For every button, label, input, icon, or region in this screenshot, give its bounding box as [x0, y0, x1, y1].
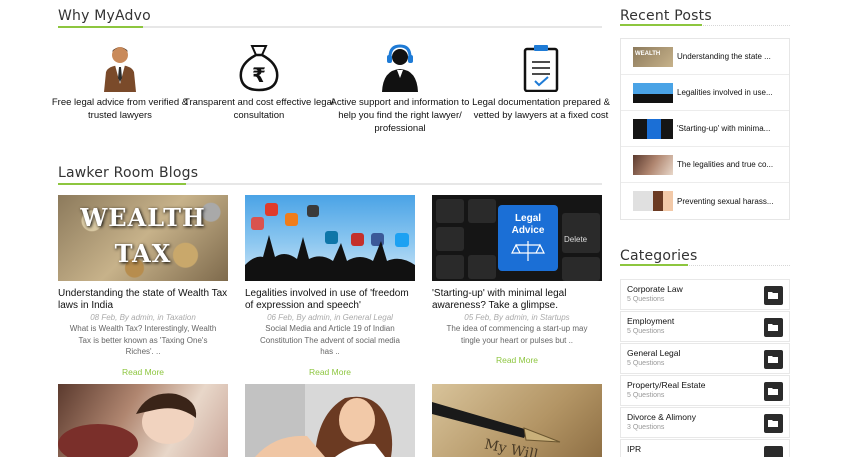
rupee-moneybag-icon: ₹	[232, 42, 286, 92]
recent-post-item[interactable]: WEALTH Understanding the state ...	[621, 39, 789, 75]
blog-meta: 05 Feb, By admin, in Startups	[464, 313, 570, 322]
blog-thumbnail-fountain-pen[interactable]: My Will	[432, 384, 602, 457]
svg-text:₹: ₹	[252, 63, 266, 87]
support-agent-icon	[373, 42, 427, 92]
categories-title: Categories	[620, 248, 698, 264]
recent-post-thumb	[633, 191, 673, 211]
blog-card: Legal Advice Delete 'Starting-up' with m…	[432, 195, 602, 365]
blog-title-link[interactable]: 'Starting-up' with minimal legal awarene…	[432, 288, 602, 311]
folder-open-icon[interactable]	[764, 382, 783, 401]
recent-post-thumb	[633, 82, 673, 103]
blog-thumbnail-social-media[interactable]	[245, 195, 415, 281]
feature-legal-documentation: Legal documentation prepared & vetted by…	[466, 42, 616, 122]
read-more-link[interactable]: Read More	[245, 367, 415, 377]
recent-post-title[interactable]: Legalities involved in use...	[677, 88, 773, 97]
blog-excerpt: What is Wealth Tax? Interestingly, Wealt…	[69, 324, 217, 356]
folder-open-icon[interactable]	[764, 446, 783, 457]
feature-text: Free legal advice from verified & truste…	[51, 97, 189, 121]
recent-post-item[interactable]: Preventing sexual harass...	[621, 183, 789, 219]
category-employment[interactable]: Employment 5 Questions	[620, 311, 790, 342]
blog-excerpt: The idea of commencing a start-up may ti…	[446, 324, 588, 345]
category-property-real-estate[interactable]: Property/Real Estate 5 Questions	[620, 375, 790, 406]
feature-free-advice: Free legal advice from verified & truste…	[45, 42, 195, 122]
why-myadvo-title: Why MyAdvo	[58, 8, 151, 24]
feature-text: Active support and information to help y…	[330, 97, 470, 134]
feature-text: Legal documentation prepared & vetted by…	[472, 97, 610, 121]
recent-post-title[interactable]: 'Starting-up' with minima...	[677, 124, 770, 133]
blog-thumbnail-child[interactable]	[58, 384, 228, 457]
blog-excerpt: Social Media and Article 19 of Indian Co…	[260, 324, 400, 356]
lawyer-icon	[93, 42, 147, 92]
blog-title-link[interactable]: Legalities involved in use of 'freedom o…	[245, 288, 415, 311]
read-more-link[interactable]: Read More	[432, 355, 602, 365]
recent-post-thumb: WEALTH	[633, 46, 673, 67]
feature-text: Transparent and cost effective legal con…	[184, 97, 334, 121]
read-more-link[interactable]: Read More	[58, 367, 228, 377]
category-general-legal[interactable]: General Legal 5 Questions	[620, 343, 790, 374]
category-ipr[interactable]: IPR	[620, 439, 790, 457]
feature-active-support: Active support and information to help y…	[325, 42, 475, 135]
blog-thumbnail-office-woman[interactable]	[245, 384, 415, 457]
recent-posts-list: WEALTH Understanding the state ... Legal…	[620, 38, 790, 220]
blogs-title-rule	[58, 183, 602, 185]
blog-title-link[interactable]: Understanding the state of Wealth Tax la…	[58, 288, 228, 311]
blog-card: WEALTH TAX Understanding the state of We…	[58, 195, 228, 377]
blogs-title: Lawker Room Blogs	[58, 165, 199, 181]
recent-post-item[interactable]: 'Starting-up' with minima...	[621, 111, 789, 147]
thumb-delete-text: Delete	[564, 235, 588, 244]
recent-post-thumb	[633, 118, 673, 139]
folder-open-icon[interactable]	[764, 414, 783, 433]
category-corporate-law[interactable]: Corporate Law 5 Questions	[620, 279, 790, 310]
blog-thumbnail-wealth-tax[interactable]: WEALTH TAX	[58, 195, 228, 281]
folder-open-icon[interactable]	[764, 318, 783, 337]
folder-open-icon[interactable]	[764, 286, 783, 305]
folder-open-icon[interactable]	[764, 350, 783, 369]
clipboard-document-icon	[514, 42, 568, 92]
thumb-legal-advice-text: Legal Advice	[511, 213, 545, 236]
thumb-tax-text: TAX	[114, 239, 172, 268]
recent-post-title[interactable]: The legalities and true co...	[677, 160, 773, 169]
recent-posts-title: Recent Posts	[620, 8, 712, 24]
recent-post-item[interactable]: The legalities and true co...	[621, 147, 789, 183]
recent-post-title[interactable]: Preventing sexual harass...	[677, 197, 774, 206]
why-title-rule	[58, 26, 602, 28]
blog-meta: 06 Feb, By admin, in General Legal	[267, 313, 393, 322]
recent-post-item[interactable]: Legalities involved in use...	[621, 75, 789, 111]
feature-transparent-cost: ₹ Transparent and cost effective legal c…	[184, 42, 334, 122]
recent-thumb-text: WEALTH	[635, 50, 661, 57]
blog-thumbnail-keyboard[interactable]: Legal Advice Delete	[432, 195, 602, 281]
blog-meta: 08 Feb, By admin, in Taxation	[90, 313, 196, 322]
recent-post-thumb	[633, 154, 673, 175]
category-divorce-alimony[interactable]: Divorce & Alimony 3 Questions	[620, 407, 790, 438]
recent-post-title[interactable]: Understanding the state ...	[677, 52, 771, 61]
blog-card: Legalities involved in use of 'freedom o…	[245, 195, 415, 377]
thumb-wealth-text: WEALTH	[80, 203, 206, 232]
